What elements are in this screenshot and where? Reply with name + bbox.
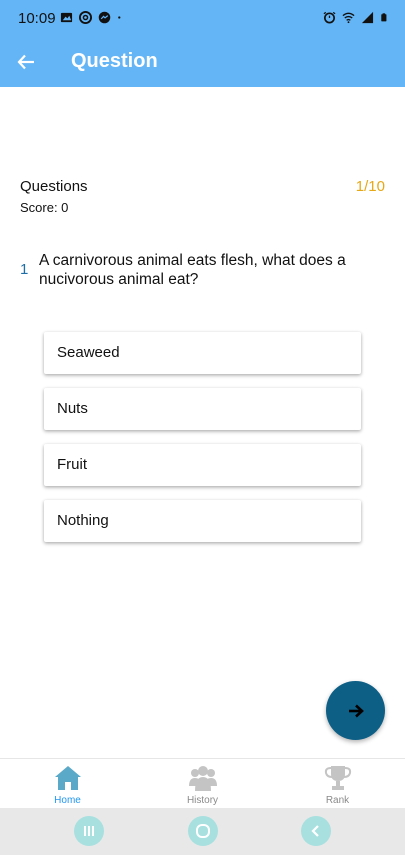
battery-icon (381, 13, 387, 22)
recents-button[interactable] (74, 816, 104, 846)
bottom-nav: Home History Rank (0, 758, 405, 808)
back-chevron-icon (311, 825, 319, 837)
question-number: 1 (20, 261, 29, 278)
messenger-icon (98, 11, 111, 24)
answer-option[interactable]: Nuts (44, 388, 361, 430)
alarm-icon (323, 11, 336, 24)
image-icon (60, 12, 73, 23)
system-back-button[interactable] (301, 816, 331, 846)
answer-option[interactable]: Nothing (44, 500, 361, 542)
nav-label-history: History (186, 795, 219, 806)
question-counter: 1/10 (355, 178, 385, 195)
status-right-icons (323, 11, 389, 24)
recents-icon (84, 826, 94, 836)
system-nav-bar (0, 808, 405, 855)
signal-icon (361, 11, 374, 24)
wifi-icon (342, 12, 355, 24)
status-left-icons (60, 11, 125, 24)
nav-item-rank[interactable]: Rank (270, 759, 405, 809)
nav-label-home: Home (54, 795, 81, 806)
app-bar: Question (0, 36, 405, 87)
answer-option[interactable]: Fruit (44, 444, 361, 486)
question-text: A carnivorous animal eats flesh, what do… (39, 252, 346, 288)
home-icon (54, 766, 81, 790)
status-bar: 10:09 (0, 0, 405, 36)
at-icon (79, 11, 92, 24)
answer-option-label: Nuts (57, 400, 88, 417)
home-circle-icon (196, 824, 210, 838)
next-question-button[interactable] (326, 681, 385, 740)
answer-option[interactable]: Seaweed (44, 332, 361, 374)
nav-item-home[interactable]: Home (0, 759, 135, 809)
answer-option-label: Nothing (57, 512, 109, 529)
questions-label: Questions (20, 178, 88, 195)
nav-item-history[interactable]: History (135, 759, 270, 809)
trophy-icon (324, 766, 351, 790)
status-time: 10:09 (18, 10, 56, 27)
back-button[interactable] (12, 48, 40, 76)
nav-label-rank: Rank (325, 795, 350, 806)
score-label: Score: 0 (20, 200, 69, 215)
answer-option-label: Fruit (57, 456, 87, 473)
arrow-right-icon (348, 704, 364, 717)
page-title: Question (71, 50, 158, 72)
answer-option-label: Seaweed (57, 344, 120, 361)
dot-icon (118, 16, 121, 19)
people-icon (188, 766, 217, 791)
system-home-button[interactable] (188, 816, 218, 846)
arrow-left-icon (17, 54, 34, 70)
